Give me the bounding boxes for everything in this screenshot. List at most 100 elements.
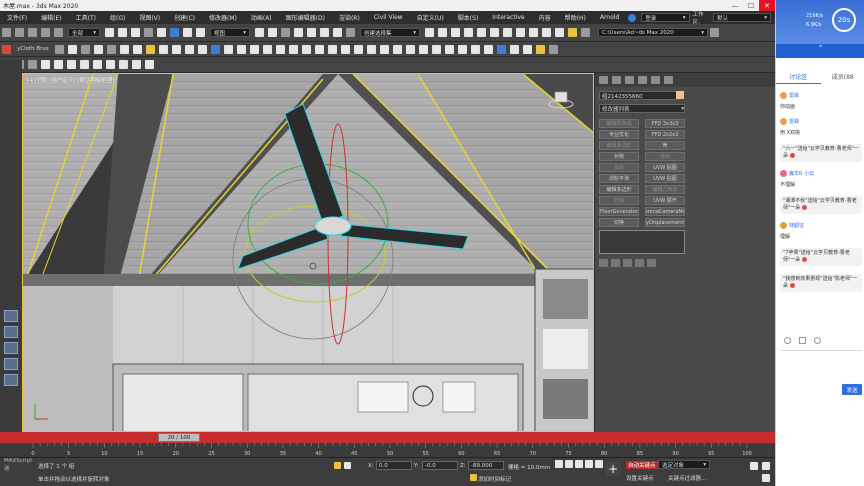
maxscript-label[interactable]: MAXScript 迷: [2, 458, 34, 472]
modifier-button[interactable]: 扫描: [599, 196, 639, 205]
modifier-list-dropdown[interactable]: 修改器列表 ▾: [599, 104, 685, 113]
show-end-result-icon[interactable]: [611, 259, 620, 267]
layer-tool-icon[interactable]: [327, 44, 337, 54]
furniture-tool-icon[interactable]: [470, 44, 480, 54]
key-filters-button[interactable]: 关键点过滤器...: [668, 474, 706, 482]
project-path-dropdown[interactable]: C:\Users\Ad~ds Max 2020 ▾: [598, 28, 708, 37]
object-name-field[interactable]: 组2142355660: [599, 91, 679, 100]
select-move-icon[interactable]: [157, 28, 166, 37]
rb-tool-icon[interactable]: [496, 44, 506, 54]
align-icon[interactable]: [438, 28, 447, 37]
perspective-viewport[interactable]: [+] [顶] [用户定义] [默认明暗处理]: [22, 73, 594, 432]
cylinder-tool-icon[interactable]: [184, 44, 194, 54]
display-tab-icon[interactable]: [651, 76, 660, 84]
undo-icon[interactable]: [2, 28, 11, 37]
chat-username[interactable]: 魔羊R 小云: [789, 171, 814, 177]
helper-tool-icon[interactable]: [223, 44, 233, 54]
x-coordinate-field[interactable]: 0.0: [376, 461, 412, 470]
tab-members[interactable]: 成员(88: [821, 72, 864, 84]
modifier-button[interactable]: FloorGenerator: [599, 207, 639, 216]
snaps-toggle-icon[interactable]: [294, 28, 303, 37]
time-tag-icon[interactable]: [470, 474, 477, 481]
next-frame-icon[interactable]: [585, 460, 593, 468]
spline-tool-icon[interactable]: [236, 44, 246, 54]
select-manipulate-icon[interactable]: [268, 28, 277, 37]
select-scale-icon[interactable]: [183, 28, 192, 37]
remove-modifier-icon[interactable]: [635, 259, 644, 267]
object-color-swatch[interactable]: [676, 91, 684, 99]
menu-help[interactable]: 帮助(H): [558, 13, 593, 22]
ribbon-tool-5-icon[interactable]: [54, 60, 63, 69]
pivot-center-icon[interactable]: [255, 28, 264, 37]
menu-civil-view[interactable]: Civil View: [367, 14, 410, 21]
z-coordinate-field[interactable]: -89.000: [468, 461, 504, 470]
chat-username[interactable]: 林韶征: [789, 223, 804, 229]
time-config-icon[interactable]: [750, 462, 758, 470]
stair-tool-icon[interactable]: [431, 44, 441, 54]
rectangle-selection-icon[interactable]: [131, 28, 140, 37]
chat-username[interactable]: 雷霖: [789, 119, 799, 125]
chat-input[interactable]: [780, 350, 862, 380]
curve-editor-icon[interactable]: [490, 28, 499, 37]
link-icon[interactable]: [28, 28, 37, 37]
ribbon-tool-6-icon[interactable]: [67, 60, 76, 69]
make-unique-icon[interactable]: [623, 259, 632, 267]
ribbon-tool-9-icon[interactable]: [106, 60, 115, 69]
unlink-icon[interactable]: [41, 28, 50, 37]
create-tab-icon[interactable]: [599, 76, 608, 84]
track-bar[interactable]: 0 5 10 15 20 25 30 35 40 45 50 55 60 65 70 75 80 85 90 95 10…: [0, 443, 775, 457]
set-key-button[interactable]: 设置关键点: [626, 474, 654, 482]
viewport-layout-icon[interactable]: [4, 358, 18, 370]
door-tool-icon[interactable]: [418, 44, 428, 54]
teapot-icon[interactable]: [158, 44, 168, 54]
pin-stack-icon[interactable]: [599, 259, 608, 267]
modifier-button[interactable]: 涡轮平滑: [599, 174, 639, 183]
collapse-arrow-icon[interactable]: ⌃: [776, 44, 864, 58]
table-tool-icon[interactable]: [392, 44, 402, 54]
scissors-icon[interactable]: [106, 44, 116, 54]
auto-key-button[interactable]: 自动关键点: [626, 461, 658, 469]
schematic-view-icon[interactable]: [503, 28, 512, 37]
ribbon-tool-7-icon[interactable]: [80, 60, 89, 69]
menu-views[interactable]: 视图(V): [132, 13, 167, 22]
menu-content[interactable]: 内容: [532, 13, 558, 22]
modifier-button[interactable]: 切换: [599, 218, 639, 227]
import-tool-icon[interactable]: [522, 44, 532, 54]
cloth-brush-icon[interactable]: [54, 44, 64, 54]
light-bulb-icon[interactable]: [145, 44, 155, 54]
roof-tool-icon[interactable]: [457, 44, 467, 54]
tab-discussion[interactable]: 讨论区: [776, 72, 821, 84]
login-dropdown[interactable]: 登录 ▾: [641, 13, 690, 22]
camera-tool-icon[interactable]: [210, 44, 220, 54]
hierarchy-tab-icon[interactable]: [625, 76, 634, 84]
window-crossing-icon[interactable]: [144, 28, 153, 37]
scatter-tool-icon[interactable]: [275, 44, 285, 54]
emoji-icon[interactable]: [784, 337, 791, 344]
plane-tool-icon[interactable]: [171, 44, 181, 54]
spinner-snap-icon[interactable]: [333, 28, 342, 37]
viewport-layout-icon[interactable]: [4, 374, 18, 386]
utilities-tab-icon[interactable]: [664, 76, 673, 84]
modifier-button[interactable]: CoronaCameraMod: [645, 207, 685, 216]
modifier-button[interactable]: 对称: [599, 152, 639, 161]
menu-group[interactable]: 组(G): [103, 13, 132, 22]
modifier-button[interactable]: 挤出: [645, 152, 685, 161]
viewport-layout-icon[interactable]: [4, 326, 18, 338]
material-editor-icon[interactable]: [516, 28, 525, 37]
sphere-tool-icon[interactable]: [132, 44, 142, 54]
time-slider[interactable]: 20 / 100: [0, 432, 775, 443]
chat-username[interactable]: 雷霖: [789, 93, 799, 99]
toggle-scene-explorer-icon[interactable]: [451, 28, 460, 37]
box-tool-icon[interactable]: [119, 44, 129, 54]
angle-snap-icon[interactable]: [307, 28, 316, 37]
material-tool-icon[interactable]: [301, 44, 311, 54]
mirror-icon[interactable]: [425, 28, 434, 37]
proxy-tool-icon[interactable]: [288, 44, 298, 54]
plugin-icon[interactable]: [2, 44, 11, 54]
render-setup-icon[interactable]: [529, 28, 538, 37]
set-key-plus-icon[interactable]: +: [606, 462, 620, 476]
menu-tools[interactable]: 工具(T): [69, 13, 103, 22]
menu-file[interactable]: 文件(F): [0, 13, 34, 22]
grid-tool-icon[interactable]: [353, 44, 363, 54]
play-icon[interactable]: [575, 460, 583, 468]
